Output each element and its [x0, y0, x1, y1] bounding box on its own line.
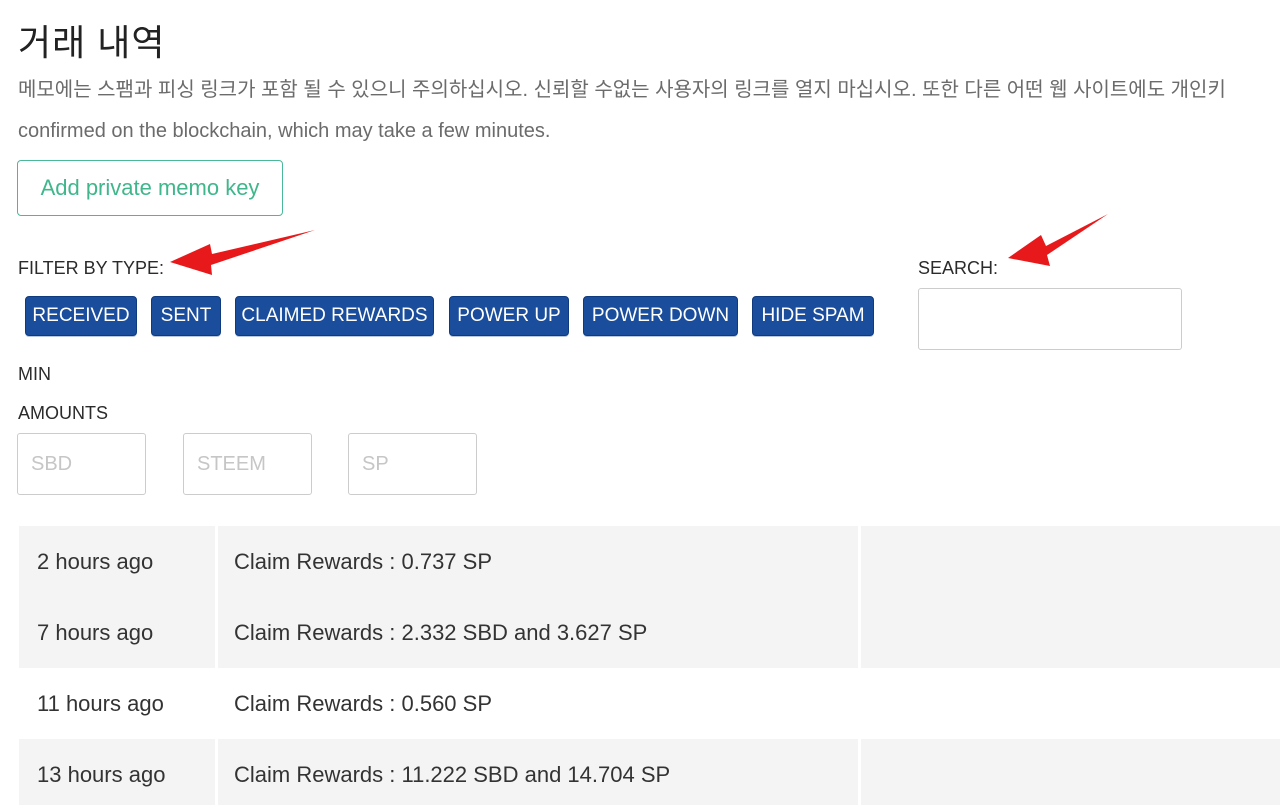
- transaction-description: Claim Rewards : 11.222 SBD and 14.704 SP: [218, 739, 861, 805]
- red-arrow-icon: [170, 230, 315, 275]
- filter-sent-button[interactable]: SENT: [151, 296, 221, 336]
- filter-power-up-button[interactable]: POWER UP: [449, 296, 569, 336]
- transaction-description: Claim Rewards : 0.560 SP: [218, 668, 861, 739]
- transaction-time: 7 hours ago: [19, 597, 218, 668]
- min-amounts-label-line-1: MIN: [18, 364, 51, 384]
- transaction-memo: [861, 526, 1280, 597]
- min-sbd-input[interactable]: [17, 433, 146, 495]
- table-row: 2 hours ago Claim Rewards : 0.737 SP: [19, 526, 1280, 597]
- table-row: 11 hours ago Claim Rewards : 0.560 SP: [19, 668, 1280, 739]
- transaction-description: Claim Rewards : 0.737 SP: [218, 526, 861, 597]
- table-row: 7 hours ago Claim Rewards : 2.332 SBD an…: [19, 597, 1280, 668]
- notice-line-2: confirmed on the blockchain, which may t…: [18, 120, 551, 142]
- transaction-time: 11 hours ago: [19, 668, 218, 739]
- transaction-description: Claim Rewards : 2.332 SBD and 3.627 SP: [218, 597, 861, 668]
- filter-by-type-label: FILTER BY TYPE:: [18, 258, 165, 278]
- table-row: 13 hours ago Claim Rewards : 11.222 SBD …: [19, 739, 1280, 805]
- min-steem-input[interactable]: [183, 433, 312, 495]
- notice-line-1: 메모에는 스팸과 피싱 링크가 포함 될 수 있으니 주의하십시오. 신뢰할 수…: [18, 79, 1226, 101]
- search-input[interactable]: [918, 288, 1182, 350]
- transaction-time: 13 hours ago: [19, 739, 218, 805]
- page-title: 거래 내역: [18, 22, 166, 63]
- add-private-memo-key-button[interactable]: Add private memo key: [17, 160, 283, 216]
- min-sp-input[interactable]: [348, 433, 477, 495]
- filter-hide-spam-button[interactable]: HIDE SPAM: [752, 296, 874, 336]
- red-arrow-icon: [1008, 214, 1108, 266]
- filter-claimed-rewards-button[interactable]: CLAIMED REWARDS: [235, 296, 434, 336]
- transaction-time: 2 hours ago: [19, 526, 218, 597]
- transaction-memo: [861, 668, 1280, 739]
- min-amounts-label-line-2: AMOUNTS: [18, 403, 108, 423]
- transfer-history-page: 거래 내역 메모에는 스팸과 피싱 링크가 포함 될 수 있으니 주의하십시오.…: [0, 0, 1280, 805]
- filter-received-button[interactable]: RECEIVED: [25, 296, 137, 336]
- transaction-memo: [861, 739, 1280, 805]
- search-label: SEARCH:: [918, 258, 999, 278]
- transaction-memo: [861, 597, 1280, 668]
- filter-power-down-button[interactable]: POWER DOWN: [583, 296, 738, 336]
- transaction-table: 2 hours ago Claim Rewards : 0.737 SP 7 h…: [19, 526, 1280, 805]
- memo-warning-notice: 메모에는 스팸과 피싱 링크가 포함 될 수 있으니 주의하십시오. 신뢰할 수…: [18, 70, 1280, 152]
